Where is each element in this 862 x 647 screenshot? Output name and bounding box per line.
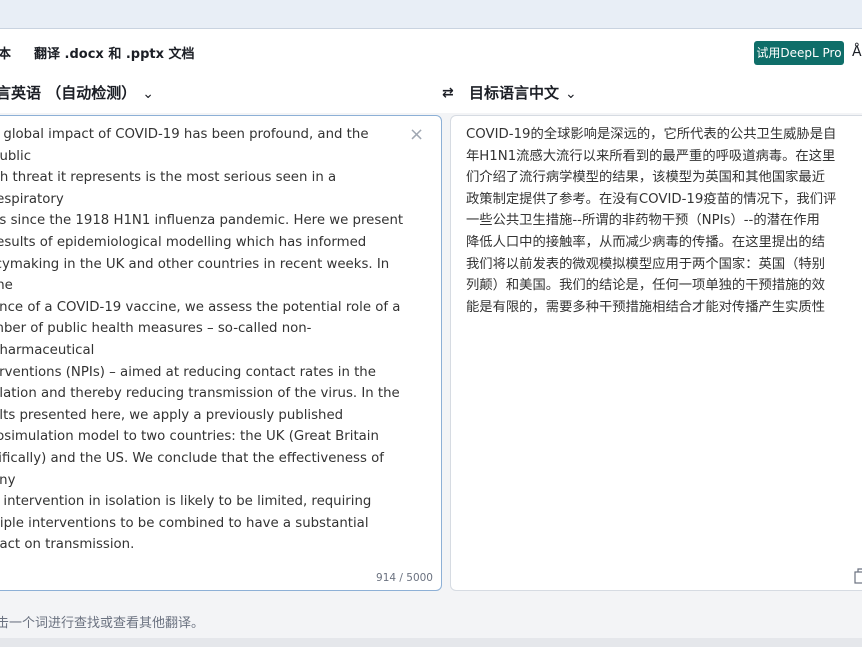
target-language-label: 目标语言中文 (469, 84, 560, 102)
footer-hint: 击一个词进行查找或查看其他翻译。 (0, 616, 205, 631)
source-text-panel[interactable]: e global impact of COVID-19 has been pro… (0, 115, 442, 591)
character-count: 914 / 5000 (376, 572, 433, 584)
source-language-selector[interactable]: 言英语 （自动检测） ⌄ (0, 82, 154, 103)
source-language-label: 言英语 （自动检测） (0, 84, 137, 102)
tab-translate-text[interactable]: 本 (0, 43, 11, 62)
tab-translate-documents[interactable]: 翻译 .docx 和 .pptx 文档 (34, 43, 195, 62)
translation-output: COVID-19的全球影响是深远的，它所代表的公共卫生威胁是自 年H1N1流感大… (466, 127, 837, 315)
swap-icon[interactable]: ⇄ (442, 85, 454, 101)
source-textarea[interactable]: e global impact of COVID-19 has been pro… (0, 124, 411, 556)
target-text-panel: COVID-19的全球影响是深远的，它所代表的公共卫生威胁是自 年H1N1流感大… (450, 115, 862, 591)
target-language-selector[interactable]: 目标语言中文 ⌄ (469, 82, 577, 103)
chevron-down-icon: ⌄ (142, 86, 154, 102)
account-icon[interactable]: Å (852, 44, 862, 60)
window-top-bar (0, 0, 862, 29)
copy-icon[interactable] (854, 568, 862, 584)
close-icon[interactable]: × (409, 124, 424, 145)
try-deepl-pro-button[interactable]: 试用DeepL Pro (754, 41, 844, 65)
bottom-strip (0, 638, 862, 647)
chevron-down-icon: ⌄ (565, 86, 577, 102)
